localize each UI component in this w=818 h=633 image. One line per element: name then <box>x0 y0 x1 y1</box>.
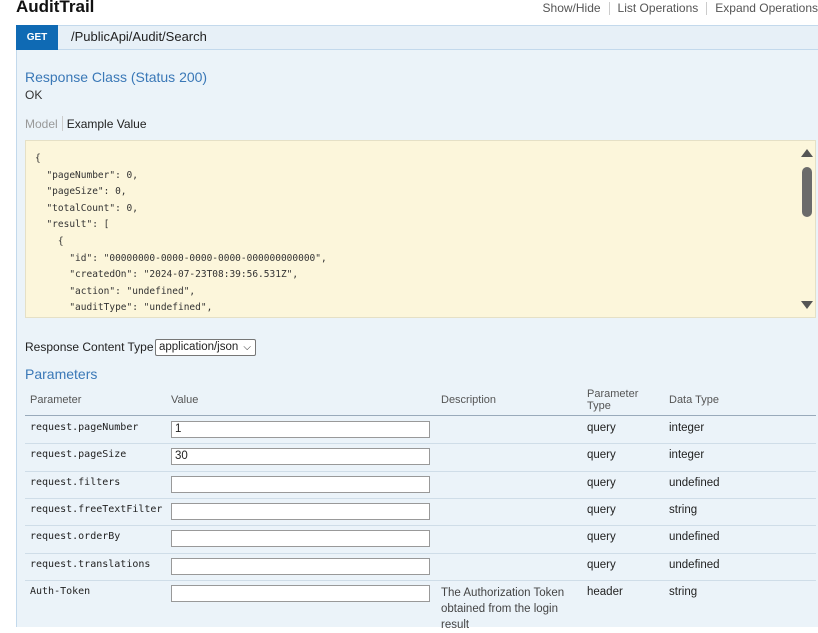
parameter-data-type: integer <box>669 449 705 461</box>
example-json-text: { "pageNumber": 0, "pageSize": 0, "total… <box>35 153 327 314</box>
parameter-type: query <box>587 422 616 434</box>
parameters-title: Parameters <box>25 366 98 382</box>
parameter-data-type: integer <box>669 422 705 434</box>
table-row-divider <box>25 525 816 526</box>
tab-model[interactable]: Model <box>25 117 62 131</box>
expand-operations-link[interactable]: Expand Operations <box>707 1 818 15</box>
table-row-divider <box>25 553 816 554</box>
show-hide-link[interactable]: Show/Hide <box>535 1 609 15</box>
model-tabs: Model Example Value <box>25 116 147 131</box>
parameter-value-input[interactable] <box>171 476 430 493</box>
table-header-divider <box>25 415 816 416</box>
endpoint-path[interactable]: /PublicApi/Audit/Search <box>71 29 207 44</box>
header-data-type: Data Type <box>669 394 719 406</box>
parameter-name: request.pageNumber <box>30 422 139 433</box>
parameter-data-type: undefined <box>669 531 720 543</box>
parameter-type: header <box>587 586 623 598</box>
header-links: Show/Hide List Operations Expand Operati… <box>535 1 818 15</box>
parameter-name: Auth-Token <box>30 586 91 597</box>
table-row-divider <box>25 471 816 472</box>
chevron-down-icon: ⌵ <box>243 342 251 353</box>
response-content-type-select[interactable]: application/json ⌵ <box>155 339 256 356</box>
parameter-value-input[interactable] <box>171 503 430 520</box>
parameter-name: request.filters <box>30 477 121 488</box>
response-content-type-label: Response Content Type <box>25 340 154 354</box>
header-description: Description <box>441 394 497 406</box>
parameter-value-input[interactable]: 30 <box>171 448 430 465</box>
parameter-type: query <box>587 477 616 489</box>
parameter-value-input[interactable]: 1 <box>171 421 430 438</box>
response-status-text: OK <box>25 88 43 102</box>
parameter-value-input[interactable] <box>171 585 430 602</box>
table-row-divider <box>25 498 816 499</box>
parameter-name: request.translations <box>30 559 151 570</box>
example-value-box[interactable]: { "pageNumber": 0, "pageSize": 0, "total… <box>25 140 816 318</box>
list-operations-link[interactable]: List Operations <box>610 1 707 15</box>
header-parameter-type-line2: Type <box>587 400 611 412</box>
parameter-data-type: undefined <box>669 477 720 489</box>
parameter-type: query <box>587 504 616 516</box>
parameter-value-input[interactable] <box>171 530 430 547</box>
parameter-value-input[interactable] <box>171 558 430 575</box>
parameter-data-type: string <box>669 504 698 516</box>
scroll-down-arrow-icon[interactable] <box>801 301 813 309</box>
header-parameter: Parameter <box>30 394 82 406</box>
get-method-badge[interactable]: GET <box>16 25 58 50</box>
scroll-thumb[interactable] <box>802 167 812 217</box>
response-class-title: Response Class (Status 200) <box>25 69 208 85</box>
parameter-type: query <box>587 449 616 461</box>
header: AuditTrail Show/Hide List Operations Exp… <box>0 0 818 22</box>
parameter-data-type: undefined <box>669 559 720 571</box>
parameter-name: request.freeTextFilter <box>30 504 163 515</box>
response-content-type-value: application/json <box>159 341 239 353</box>
scroll-up-arrow-icon[interactable] <box>801 149 813 157</box>
endpoint-bar[interactable]: GET /PublicApi/Audit/Search <box>16 25 818 50</box>
parameter-name: request.pageSize <box>30 449 127 460</box>
parameter-description: The Authorization Token obtained from th… <box>441 587 565 631</box>
app-title: AuditTrail <box>16 0 95 16</box>
table-row-divider <box>25 443 816 444</box>
header-parameter-type-line1: Parameter <box>587 388 639 400</box>
parameter-data-type: string <box>669 586 698 598</box>
parameter-name: request.orderBy <box>30 531 121 542</box>
parameter-type: query <box>587 531 616 543</box>
header-value: Value <box>171 394 199 406</box>
table-row-divider <box>25 580 816 581</box>
parameter-type: query <box>587 559 616 571</box>
json-scrollbar[interactable] <box>799 141 815 317</box>
header-parameter-type: Parameter Type <box>587 388 638 412</box>
tab-example-value[interactable]: Example Value <box>67 117 147 131</box>
tab-divider <box>61 116 63 131</box>
